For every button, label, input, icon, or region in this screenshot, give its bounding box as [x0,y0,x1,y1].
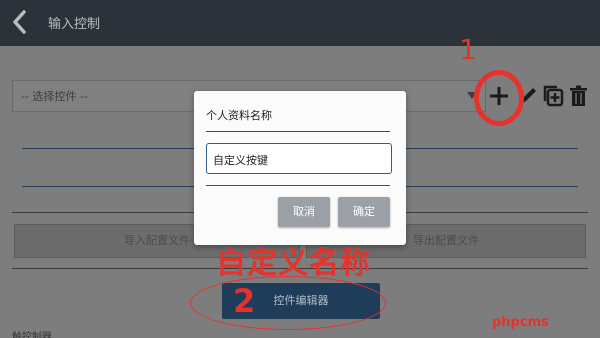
annotation-step-2: 2 [233,282,256,320]
divider [22,148,194,149]
profile-name-input[interactable]: 自定义按键 [206,143,392,174]
watermark: phpcms [492,315,549,330]
bottom-section-label: 触控制器 [12,332,52,338]
divider [22,186,194,187]
control-select-value: -- 选择控件 -- [21,90,88,103]
profile-name-dialog: 个人资料名称 自定义按键 取消 确定 [194,91,406,245]
divider [206,185,390,186]
top-bar: 输入控制 [0,0,600,46]
divider [406,186,578,187]
dialog-title: 个人资料名称 [206,109,272,122]
annotation-ellipse-editor [190,276,386,330]
cancel-button[interactable]: 取消 [278,197,330,227]
trash-icon [570,85,587,106]
divider [406,148,578,149]
annotation-step-1: 1 [459,33,477,66]
back-arrow-icon[interactable] [10,8,30,36]
ok-button[interactable]: 确定 [338,197,390,227]
delete-button[interactable] [566,80,592,112]
annotation-circle-add [474,70,524,126]
duplicate-button[interactable] [540,80,566,112]
copy-icon [543,85,564,107]
divider [206,131,390,132]
page-title: 输入控制 [48,17,101,32]
profile-name-input-value: 自定义按键 [213,154,268,167]
